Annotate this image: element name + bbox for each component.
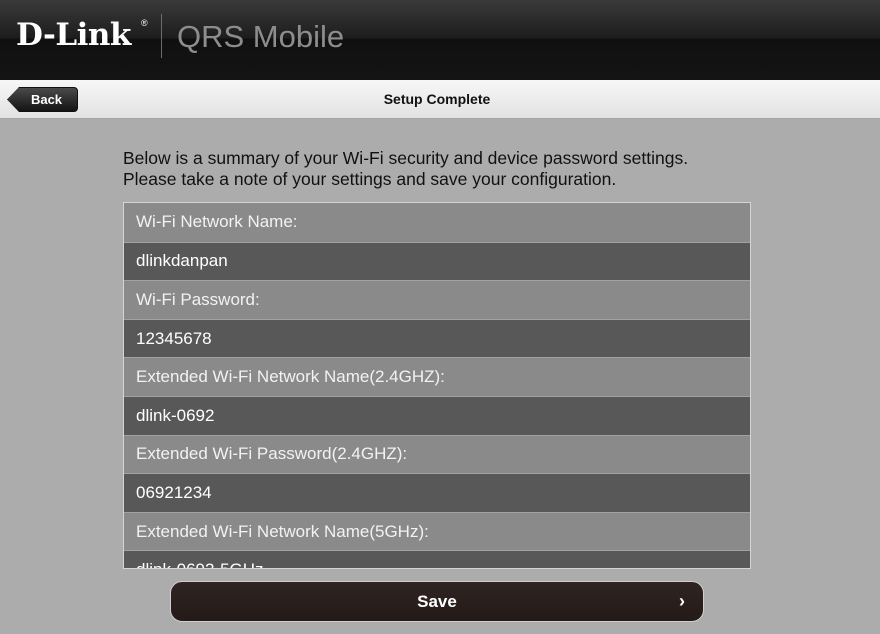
wifi-password-label: Wi-Fi Password: [124, 280, 750, 319]
save-button[interactable]: Save › [170, 581, 704, 622]
wifi-name-value: dlinkdanpan [124, 241, 750, 281]
extended-wifi-name-24-value: dlink-0692 [124, 395, 750, 435]
extended-wifi-password-24-label: Extended Wi-Fi Password(2.4GHZ): [124, 434, 750, 474]
registered-mark: ® [141, 18, 148, 28]
wifi-password-value: 12345678 [124, 318, 750, 358]
intro-line-2: Please take a note of your settings and … [123, 169, 617, 189]
extended-wifi-name-24-label: Extended Wi-Fi Network Name(2.4GHZ): [124, 357, 750, 396]
extended-wifi-name-5-label: Extended Wi-Fi Network Name(5GHz): [124, 511, 750, 551]
dlink-logo: D-Link [16, 17, 131, 53]
extended-wifi-name-5-value: dlink-0692-5GHz [124, 550, 750, 568]
header-divider [161, 14, 162, 58]
app-title: QRS Mobile [177, 19, 345, 54]
save-button-label: Save [417, 591, 457, 611]
chevron-right-icon: › [679, 591, 685, 611]
intro-line-1: Below is a summary of your Wi-Fi securit… [123, 148, 689, 168]
app-header: D-Link ® QRS Mobile [0, 0, 880, 80]
wifi-name-label: Wi-Fi Network Name: [124, 203, 750, 242]
intro-text: Below is a summary of your Wi-Fi securit… [123, 148, 763, 190]
settings-summary-list[interactable]: Wi-Fi Network Name: dlinkdanpan Wi-Fi Pa… [123, 202, 751, 569]
page-title: Setup Complete [383, 91, 491, 107]
extended-wifi-password-24-value: 06921234 [124, 473, 750, 512]
